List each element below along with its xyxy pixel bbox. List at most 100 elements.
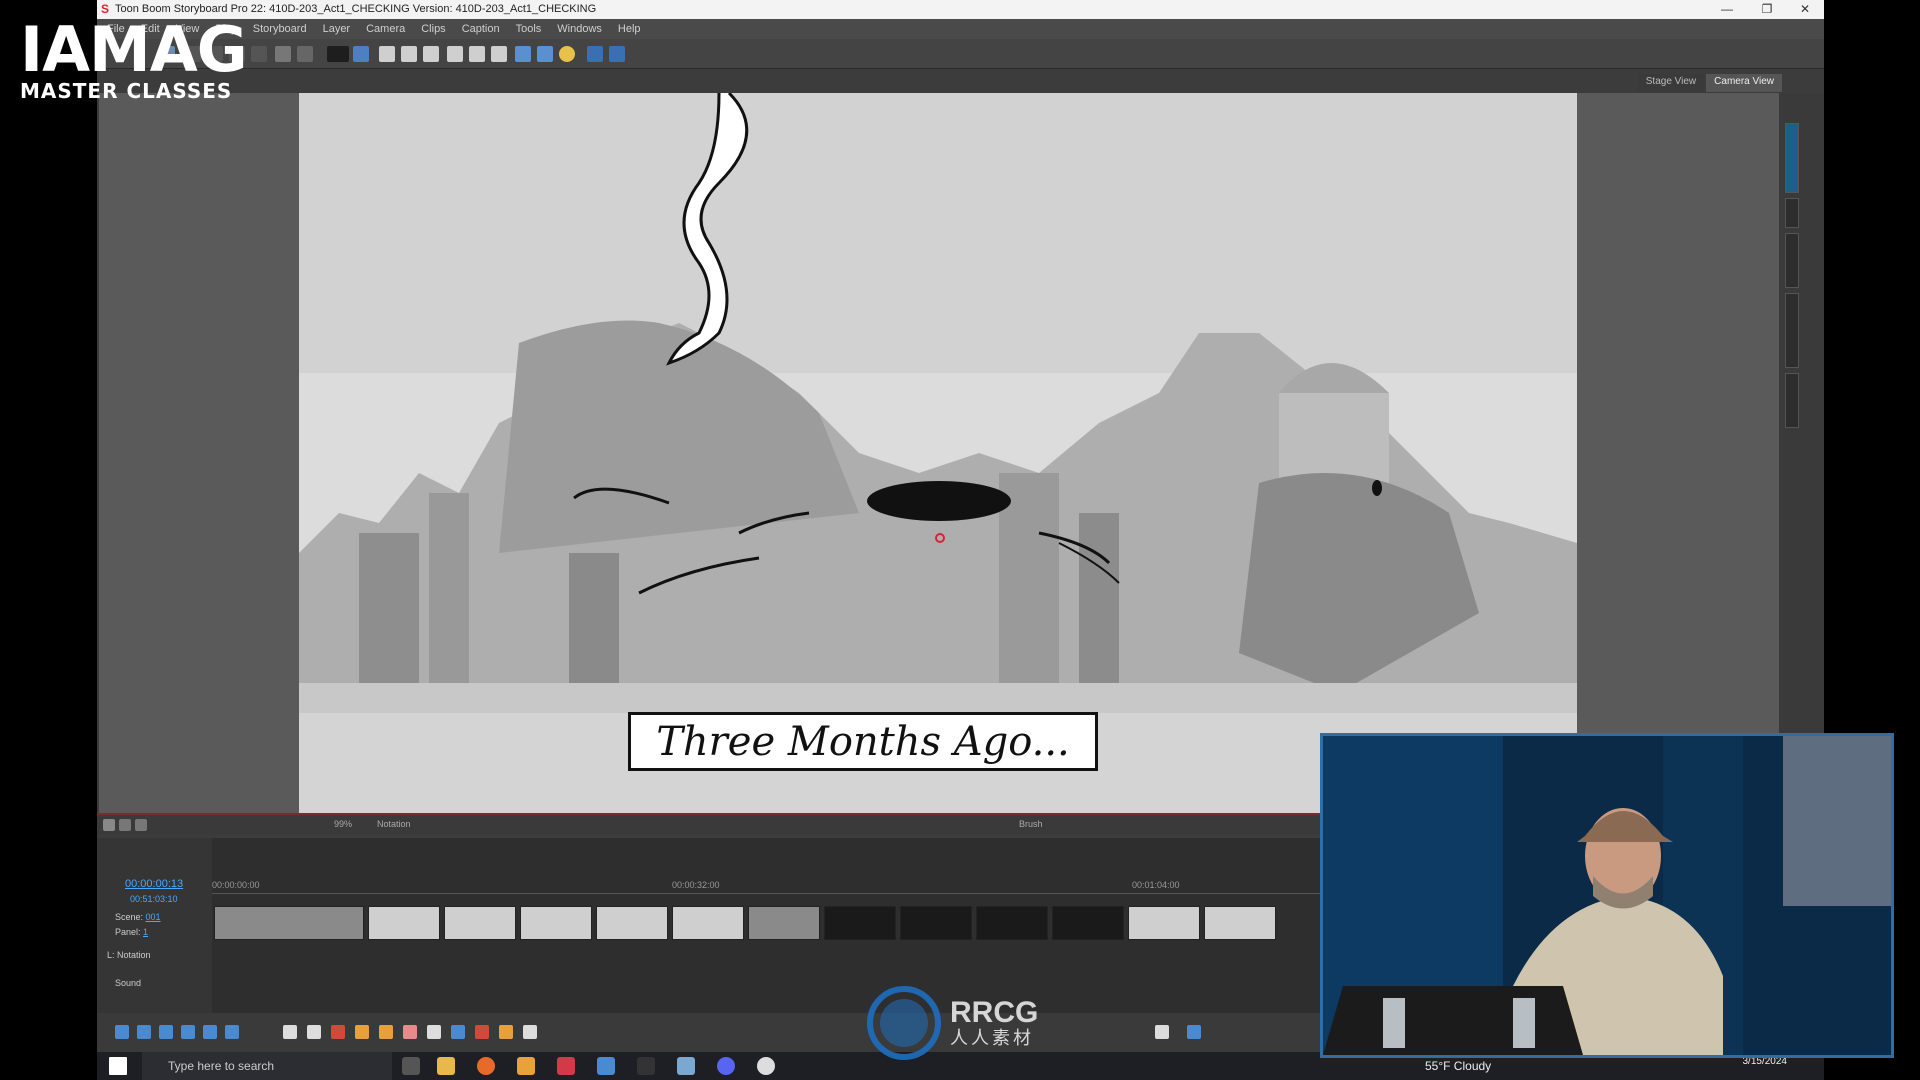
panel-thumbnail[interactable] xyxy=(444,906,516,940)
three-d-icon[interactable] xyxy=(1155,1025,1169,1039)
watermark-main: RRCG xyxy=(950,996,1039,1029)
paint-icon[interactable] xyxy=(475,1025,489,1039)
firefox-icon[interactable] xyxy=(477,1057,495,1075)
pencil-icon[interactable] xyxy=(355,1025,369,1039)
menu-caption[interactable]: Caption xyxy=(462,23,500,35)
screen: S Toon Boom Storyboard Pro 22: 410D-203_… xyxy=(0,0,1920,1080)
select-icon[interactable] xyxy=(283,1025,297,1039)
add-panel-icon[interactable] xyxy=(137,1025,151,1039)
play-icon[interactable] xyxy=(159,1025,173,1039)
panel-thumbnail[interactable] xyxy=(1052,906,1124,940)
menu-windows[interactable]: Windows xyxy=(557,23,602,35)
panel-thumbnail[interactable] xyxy=(672,906,744,940)
view-mode-icon[interactable] xyxy=(119,819,131,831)
ruler-tick: 00:00:00:00 xyxy=(212,880,260,890)
panel-thumbnail[interactable] xyxy=(1204,906,1276,940)
menu-help[interactable]: Help xyxy=(618,23,641,35)
layout-icon[interactable] xyxy=(447,46,463,62)
brand-sub: MASTER CLASSES xyxy=(20,79,233,103)
menu-storyboard[interactable]: Storyboard xyxy=(253,23,307,35)
render-icon[interactable] xyxy=(225,1025,239,1039)
delete-icon[interactable] xyxy=(251,46,267,62)
panel-thumbnail[interactable] xyxy=(520,906,592,940)
file-explorer-icon[interactable] xyxy=(437,1057,455,1075)
panel-thumbnail[interactable] xyxy=(748,906,820,940)
dropper-icon[interactable] xyxy=(499,1025,513,1039)
panel-thumbnail[interactable] xyxy=(824,906,896,940)
menu-camera[interactable]: Camera xyxy=(366,23,405,35)
task-view-icon[interactable] xyxy=(402,1057,420,1075)
close-button[interactable]: ✕ xyxy=(1785,0,1825,19)
eraser-icon[interactable] xyxy=(403,1025,417,1039)
menu-tools[interactable]: Tools xyxy=(516,23,542,35)
pen-icon[interactable] xyxy=(353,46,369,62)
next-icon[interactable] xyxy=(609,46,625,62)
ruler-tick: 00:00:32:00 xyxy=(672,880,720,890)
fit-icon[interactable] xyxy=(103,819,115,831)
sound-track-label[interactable]: Sound xyxy=(115,978,141,988)
app-icon[interactable] xyxy=(597,1057,615,1075)
discord-icon[interactable] xyxy=(717,1057,735,1075)
layer-track-label[interactable]: L: Notation xyxy=(107,950,151,960)
panel-thumbnail[interactable] xyxy=(1128,906,1200,940)
windows-start-icon[interactable] xyxy=(109,1057,127,1075)
previous-icon[interactable] xyxy=(587,46,603,62)
storyboard-panel-canvas[interactable]: Three Months Ago... xyxy=(299,93,1577,813)
panel-thumbnail[interactable] xyxy=(368,906,440,940)
tab-camera-view[interactable]: Camera View xyxy=(1706,74,1782,92)
layer-tool-icon[interactable] xyxy=(1187,1025,1201,1039)
overlay-icon[interactable] xyxy=(469,46,485,62)
current-timecode[interactable]: 00:00:00:13 xyxy=(125,878,183,890)
panel-label: Panel: xyxy=(115,927,141,937)
rail-tab-background[interactable] xyxy=(1785,293,1799,368)
current-layer-label: Notation xyxy=(377,819,411,829)
rail-tab-dialog[interactable] xyxy=(1785,233,1799,288)
safe-area-icon[interactable] xyxy=(491,46,507,62)
rail-tab-a[interactable] xyxy=(1785,198,1799,228)
thumbnails-icon[interactable] xyxy=(401,46,417,62)
rrcg-logo-icon xyxy=(867,986,941,1060)
panel-thumbnail[interactable] xyxy=(976,906,1048,940)
zoom-out-icon[interactable] xyxy=(537,46,553,62)
minimize-button[interactable]: — xyxy=(1707,0,1747,19)
stamp-icon[interactable] xyxy=(379,1025,393,1039)
menu-layer[interactable]: Layer xyxy=(323,23,351,35)
maximize-button[interactable]: ❐ xyxy=(1747,0,1787,19)
scene-link[interactable]: 001 xyxy=(146,912,161,922)
panel-link[interactable]: 1 xyxy=(143,927,148,937)
media-player-icon[interactable] xyxy=(757,1057,775,1075)
menu-clips[interactable]: Clips xyxy=(421,23,445,35)
loop-icon[interactable] xyxy=(181,1025,195,1039)
epic-games-icon[interactable] xyxy=(637,1057,655,1075)
transform-icon[interactable] xyxy=(307,1025,321,1039)
panel-thumbnail[interactable] xyxy=(900,906,972,940)
brush-icon[interactable] xyxy=(331,1025,345,1039)
sound-icon[interactable] xyxy=(203,1025,217,1039)
hand-icon[interactable] xyxy=(523,1025,537,1039)
text-icon[interactable] xyxy=(427,1025,441,1039)
rail-tab-notation[interactable] xyxy=(1785,123,1799,193)
panel-thumbnails xyxy=(214,906,1276,942)
panel-drawing xyxy=(299,93,1577,813)
rail-tab-global[interactable] xyxy=(1785,373,1799,428)
rectangle-icon[interactable] xyxy=(451,1025,465,1039)
zoom-value[interactable]: 99% xyxy=(334,819,352,829)
onion-icon[interactable] xyxy=(135,819,147,831)
blender-icon[interactable] xyxy=(517,1057,535,1075)
camera-icon[interactable] xyxy=(115,1025,129,1039)
timeline-icon[interactable] xyxy=(423,46,439,62)
total-duration: 00:51:03:10 xyxy=(130,894,178,904)
panel-thumbnail[interactable] xyxy=(214,906,364,940)
zoom-in-icon[interactable] xyxy=(515,46,531,62)
storyboard-pro-icon[interactable] xyxy=(557,1057,575,1075)
taskbar-search[interactable]: Type here to search xyxy=(142,1052,392,1080)
redo-icon[interactable] xyxy=(297,46,313,62)
undo-icon[interactable] xyxy=(275,46,291,62)
app-icon[interactable] xyxy=(677,1057,695,1075)
tab-stage-view[interactable]: Stage View xyxy=(1637,74,1705,92)
panel-view-icon[interactable] xyxy=(327,46,349,62)
grid-icon[interactable] xyxy=(379,46,395,62)
light-table-icon[interactable] xyxy=(559,46,575,62)
scene-field: Scene: 001 xyxy=(115,912,161,922)
panel-thumbnail[interactable] xyxy=(596,906,668,940)
